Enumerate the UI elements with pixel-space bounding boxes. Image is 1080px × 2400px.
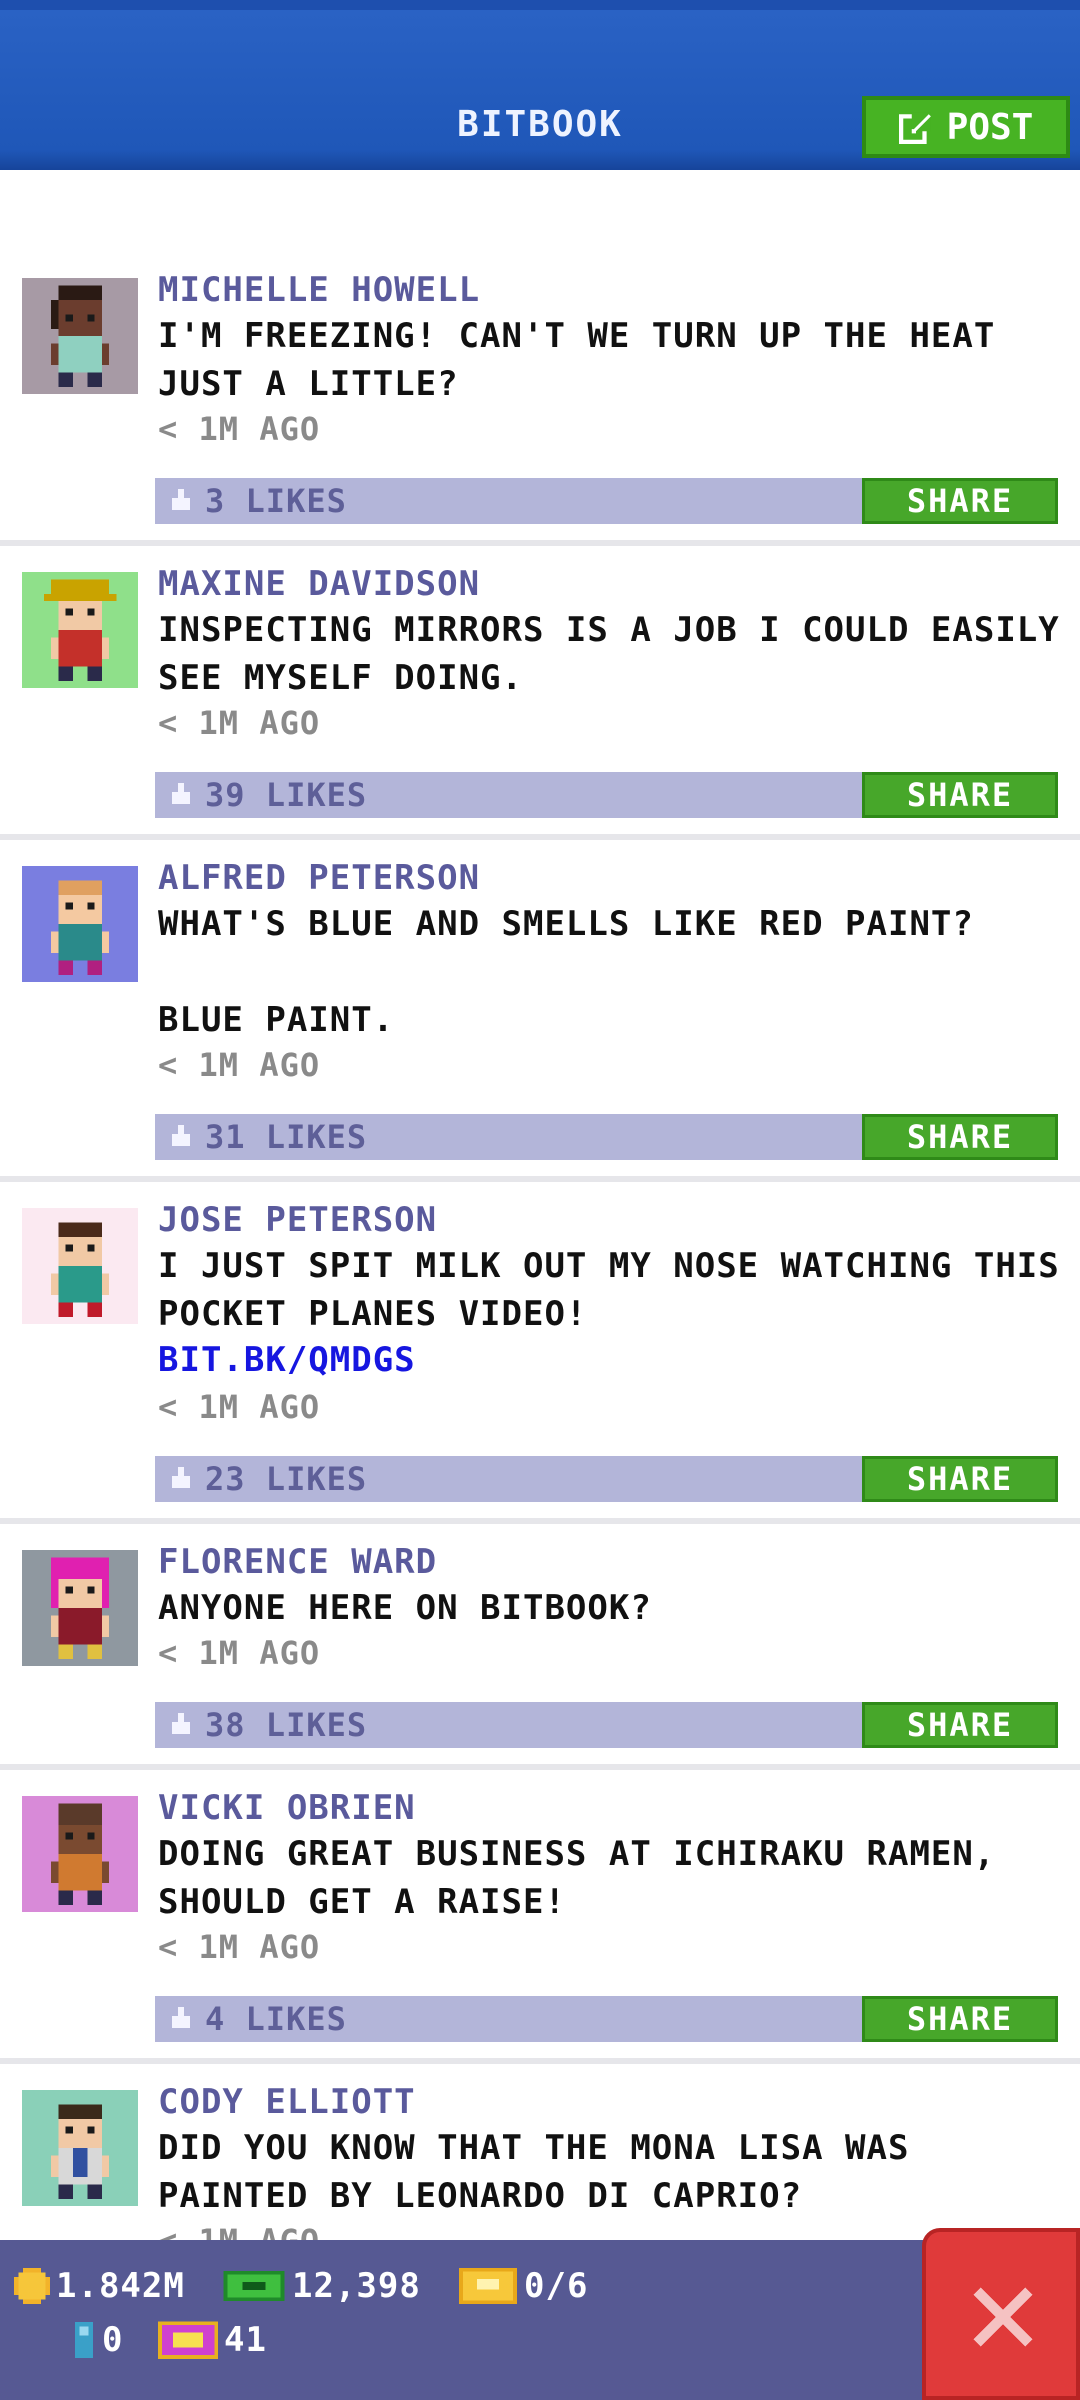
thumbs-up-icon	[172, 783, 190, 804]
post-timestamp: < 1M AGO	[158, 1928, 321, 1966]
share-button[interactable]: SHARE	[862, 1114, 1058, 1160]
feed-post: ALFRED PETERSON WHAT'S BLUE AND SMELLS L…	[0, 858, 1080, 1176]
coins-counter: 1.842M	[14, 2266, 185, 2306]
divider	[0, 2058, 1080, 2064]
top-app-bar: BITBOOK POST	[0, 0, 1080, 170]
share-button[interactable]: SHARE	[862, 1702, 1058, 1748]
post-author[interactable]: ALFRED PETERSON	[158, 858, 480, 898]
likes-count: 4 LIKES	[205, 2000, 347, 2038]
likes-bar[interactable]: 3 LIKES	[155, 478, 862, 524]
feed-post: MAXINE DAVIDSON INSPECTING MIRRORS IS A …	[0, 564, 1080, 834]
likes-bar[interactable]: 31 LIKES	[155, 1114, 862, 1160]
feed-post: FLORENCE WARD ANYONE HERE ON BITBOOK? < …	[0, 1542, 1080, 1764]
bitizen-icon	[75, 2322, 93, 2358]
divider	[0, 540, 1080, 546]
avatar[interactable]	[22, 2090, 138, 2206]
post-author[interactable]: FLORENCE WARD	[158, 1542, 437, 1582]
post-timestamp: < 1M AGO	[158, 2222, 320, 2240]
feed-post: JOSE PETERSON I JUST SPIT MILK OUT MY NO…	[0, 1200, 1080, 1518]
share-button[interactable]: SHARE	[862, 772, 1058, 818]
bitizens-counter: 0	[72, 2320, 123, 2360]
pencil-edit-icon	[898, 112, 931, 144]
thumbs-up-icon	[172, 1125, 190, 1146]
post-text: DOING GREAT BUSINESS AT ICHIRAKU RAMEN, …	[158, 1834, 996, 1922]
coin-icon	[14, 2268, 50, 2304]
thumbs-up-icon	[172, 1467, 190, 1488]
feed-post: CODY ELLIOTT DID YOU KNOW THAT THE MONA …	[0, 2082, 1080, 2240]
feed-post: MICHELLE HOWELL I'M FREEZING! CAN'T WE T…	[0, 270, 1080, 540]
post-text: DID YOU KNOW THAT THE MONA LISA WAS PAIN…	[158, 2128, 910, 2216]
post-timestamp: < 1M AGO	[158, 1634, 321, 1672]
feed-post: VICKI OBRIEN DOING GREAT BUSINESS AT ICH…	[0, 1788, 1080, 2058]
post-button[interactable]: POST	[862, 96, 1070, 158]
post-timestamp: < 1M AGO	[158, 1388, 321, 1426]
post-text: WHAT'S BLUE AND SMELLS LIKE RED PAINT? B…	[158, 904, 974, 1040]
post-timestamp: < 1M AGO	[158, 410, 321, 448]
post-text: INSPECTING MIRRORS IS A JOB I COULD EASI…	[158, 610, 1060, 698]
likes-count: 3 LIKES	[205, 482, 347, 520]
post-text: I JUST SPIT MILK OUT MY NOSE WATCHING TH…	[158, 1246, 1060, 1334]
thumbs-up-icon	[172, 2007, 190, 2028]
bux-icon	[223, 2270, 285, 2302]
avatar[interactable]	[22, 572, 138, 688]
post-timestamp: < 1M AGO	[158, 704, 321, 742]
likes-bar[interactable]: 4 LIKES	[155, 1996, 862, 2042]
post-text: ANYONE HERE ON BITBOOK?	[158, 1588, 652, 1628]
likes-count: 38 LIKES	[205, 1706, 368, 1744]
post-text: I'M FREEZING! CAN'T WE TURN UP THE HEAT …	[158, 316, 996, 404]
divider	[0, 834, 1080, 840]
avatar[interactable]	[22, 1208, 138, 1324]
gems-counter: 41	[158, 2320, 267, 2360]
avatar[interactable]	[22, 1550, 138, 1666]
close-button[interactable]	[922, 2228, 1080, 2400]
divider	[0, 1764, 1080, 1770]
divider	[0, 1176, 1080, 1182]
likes-bar[interactable]: 39 LIKES	[155, 772, 862, 818]
post-feed[interactable]: MICHELLE HOWELL I'M FREEZING! CAN'T WE T…	[0, 170, 1080, 2240]
post-author[interactable]: MAXINE DAVIDSON	[158, 564, 480, 604]
thumbs-up-icon	[172, 489, 190, 510]
post-author[interactable]: MICHELLE HOWELL	[158, 270, 480, 310]
vip-ticket-icon	[459, 2268, 517, 2304]
post-button-label: POST	[946, 106, 1034, 148]
post-link[interactable]: BIT.BK/QMDGS	[158, 1340, 416, 1380]
tickets-counter: 0/6	[458, 2266, 588, 2306]
post-timestamp: < 1M AGO	[158, 1046, 321, 1084]
post-author[interactable]: CODY ELLIOTT	[158, 2082, 416, 2122]
close-x-icon	[973, 2287, 1033, 2347]
avatar[interactable]	[22, 278, 138, 394]
thumbs-up-icon	[172, 1713, 190, 1734]
share-button[interactable]: SHARE	[862, 1456, 1058, 1502]
bux-counter: 12,398	[222, 2266, 421, 2306]
share-button[interactable]: SHARE	[862, 1996, 1058, 2042]
avatar[interactable]	[22, 866, 138, 982]
share-button[interactable]: SHARE	[862, 478, 1058, 524]
divider	[0, 1518, 1080, 1524]
likes-bar[interactable]: 38 LIKES	[155, 1702, 862, 1748]
avatar[interactable]	[22, 1796, 138, 1912]
likes-count: 23 LIKES	[205, 1460, 368, 1498]
gem-icon	[158, 2321, 218, 2359]
post-author[interactable]: VICKI OBRIEN	[158, 1788, 416, 1828]
likes-bar[interactable]: 23 LIKES	[155, 1456, 862, 1502]
likes-count: 31 LIKES	[205, 1118, 368, 1156]
post-author[interactable]: JOSE PETERSON	[158, 1200, 437, 1240]
likes-count: 39 LIKES	[205, 776, 368, 814]
status-bar: 1.842M 12,398 0/6 0 41	[0, 2240, 1080, 2400]
